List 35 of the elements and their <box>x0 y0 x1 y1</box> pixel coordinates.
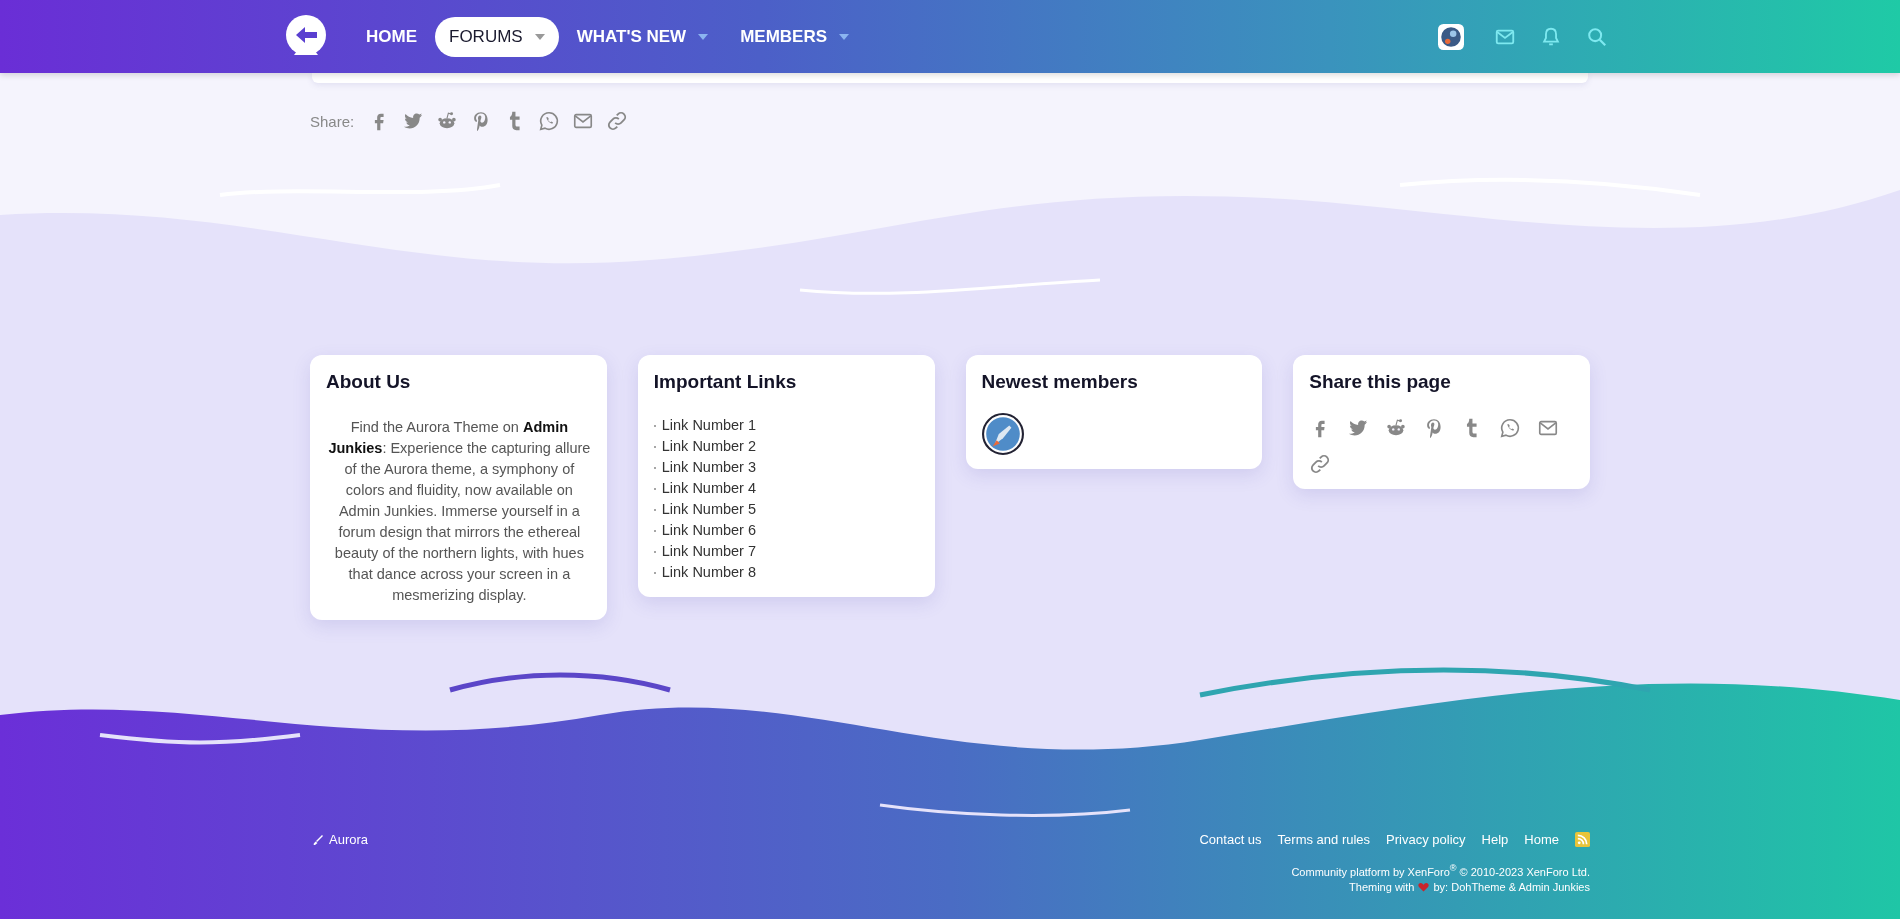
nav-tab[interactable]: FORUMS <box>435 16 559 57</box>
footer-link[interactable]: Link Number 5 <box>661 499 757 520</box>
footer-link[interactable]: Link Number 4 <box>661 478 757 499</box>
footer-link[interactable]: Link Number 6 <box>661 520 757 541</box>
share-label: Share: <box>310 112 355 130</box>
about-text: Find the Aurora Theme on Admin Junkies: Experience the capturing allure of the Aurora theme, a symphony of colors and fluidity, now available on Admin Junkies. Immerse yourself in a forum design that mirrors the ethereal beauty of the northern lights, with hues that dance across your screen in a mesmerizing display. <box>327 418 592 605</box>
nav-tab[interactable]: HOME <box>352 16 431 57</box>
footer-link[interactable]: Link Number 3 <box>661 457 757 478</box>
theming-text: Theming with <box>1349 880 1415 893</box>
card-title: Newest members <box>981 371 1139 393</box>
theming-text: by: DohTheme & Admin Junkies <box>1433 880 1590 893</box>
card-title: About Us <box>326 371 412 393</box>
avatar-icon[interactable] <box>1438 23 1464 50</box>
bell-icon[interactable] <box>1540 25 1562 48</box>
copyright-text: Community platform by XenForo$^{®}$ © 2010-2023 XenForo Ltd. <box>1290 863 1590 878</box>
footer-link[interactable]: Link Number 1 <box>661 415 757 436</box>
link-icon[interactable] <box>606 110 629 132</box>
heart-icon <box>1418 881 1430 892</box>
chat-bubble-icon[interactable] <box>1499 417 1522 439</box>
card-title: Important Links <box>653 371 798 393</box>
footer-link[interactable]: Terms and rules <box>1277 832 1371 847</box>
brush-icon <box>312 833 324 846</box>
footer-link[interactable]: Contact us <box>1199 832 1262 847</box>
search-icon[interactable] <box>1586 25 1608 48</box>
nav-tab[interactable]: WHAT'S NEW <box>562 16 723 57</box>
footer-link[interactable]: Link Number 8 <box>661 562 757 583</box>
footer-link[interactable]: Link Number 7 <box>661 541 757 562</box>
footer-link[interactable]: Link Number 2 <box>661 436 757 457</box>
card-title: Share this page <box>1309 371 1452 393</box>
nav-tab[interactable]: MEMBERS <box>726 16 864 57</box>
style-chooser-link[interactable]: Aurora <box>312 832 369 847</box>
rss-icon[interactable] <box>1575 832 1590 847</box>
chat-bubble-icon[interactable] <box>538 110 561 132</box>
link-icon[interactable] <box>1309 453 1332 475</box>
member-avatar[interactable] <box>981 413 1024 455</box>
